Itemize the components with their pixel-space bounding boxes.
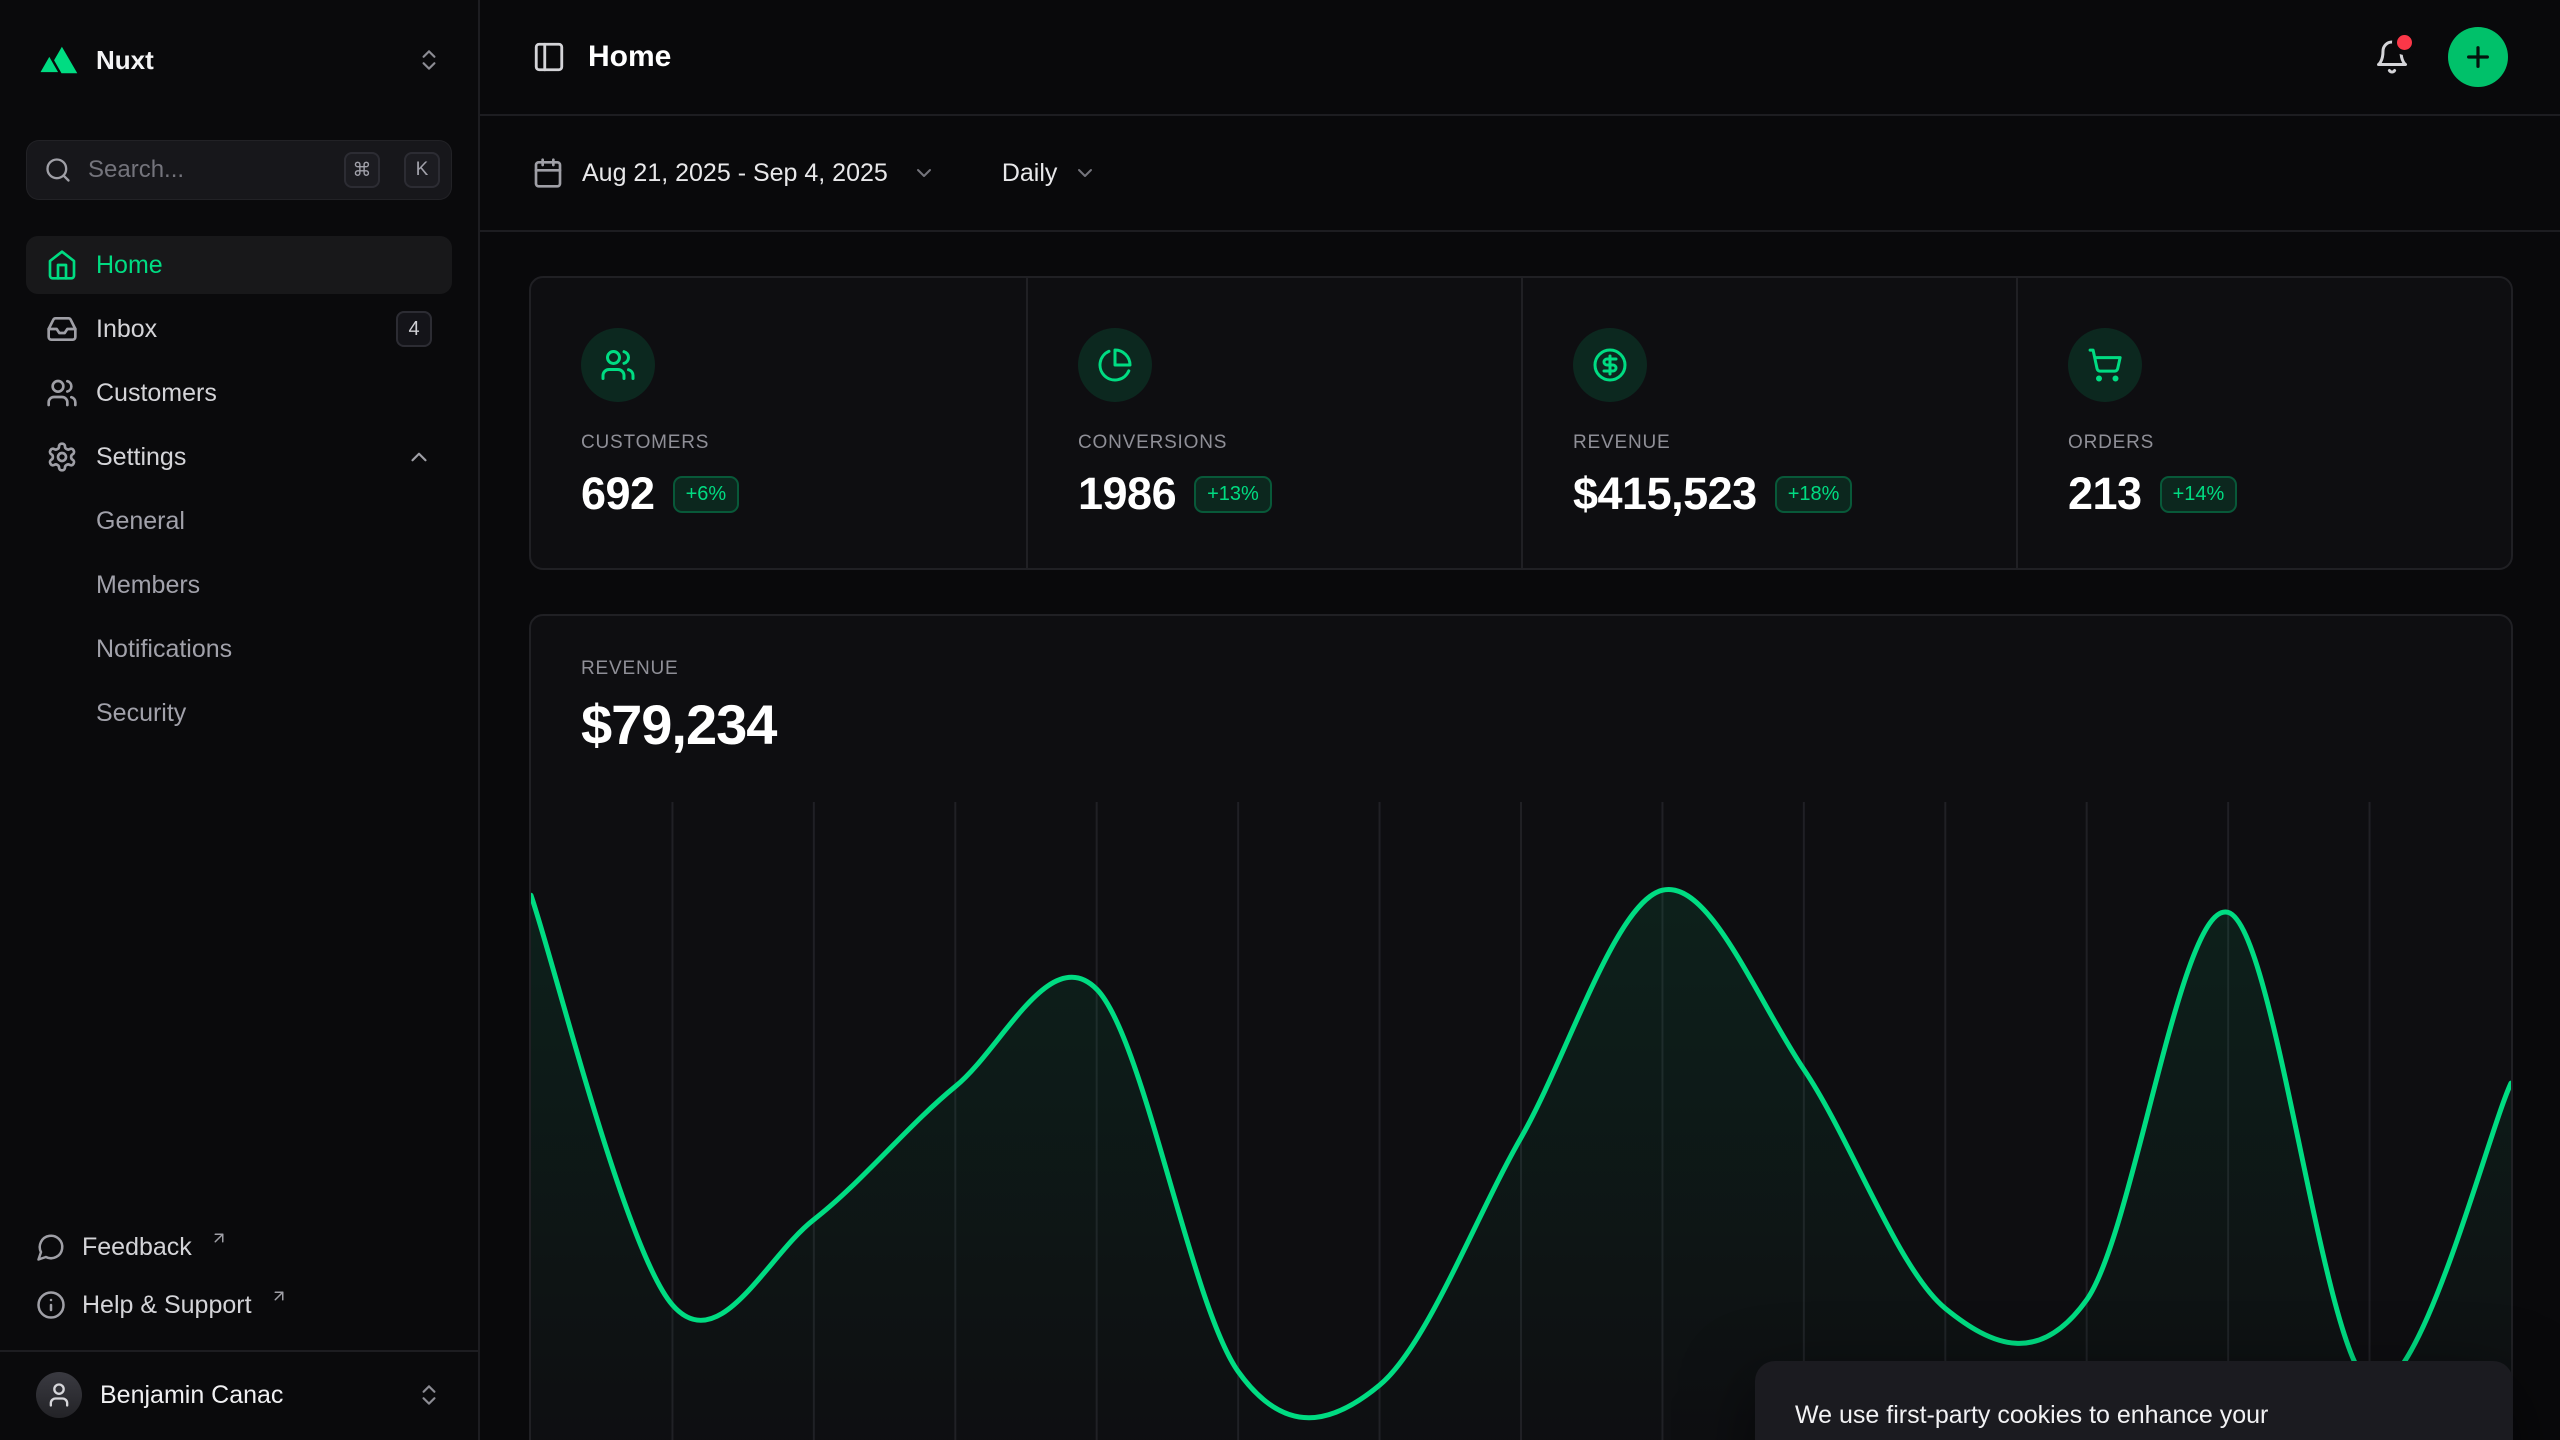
dashboard-content: CUSTOMERS 692 +6% CONVERSIONS 1986 +13% — [480, 232, 2560, 1440]
message-circle-icon — [36, 1232, 66, 1262]
chevron-up-icon — [406, 444, 432, 470]
gear-icon — [46, 441, 78, 473]
sidebar-item-label: Inbox — [96, 315, 157, 344]
sidebar-item-label: Customers — [96, 379, 217, 408]
stat-card-revenue: REVENUE $415,523 +18% — [1521, 278, 2016, 568]
external-link-icon — [210, 1229, 228, 1247]
date-range-picker[interactable]: Aug 21, 2025 - Sep 4, 2025 — [532, 157, 936, 189]
stat-value: $415,523 — [1573, 468, 1757, 520]
cookie-banner: We use first-party cookies to enhance yo… — [1755, 1361, 2513, 1440]
stats-row: CUSTOMERS 692 +6% CONVERSIONS 1986 +13% — [529, 276, 2513, 570]
inbox-count-badge: 4 — [396, 311, 432, 347]
users-icon — [46, 377, 78, 409]
interval-select[interactable]: Daily — [1002, 159, 1098, 188]
stat-label: ORDERS — [2068, 432, 2461, 454]
main-area: Home Aug 21, 2025 - Sep 4, 2025 — [480, 0, 2560, 1440]
interval-label: Daily — [1002, 159, 1058, 188]
page-title: Home — [588, 40, 671, 74]
sidebar-spacer — [26, 742, 452, 1218]
add-button[interactable] — [2448, 27, 2508, 87]
delta-badge: +18% — [1775, 476, 1853, 513]
cookie-message: We use first-party cookies to enhance yo… — [1795, 1395, 2375, 1440]
feedback-link[interactable]: Feedback — [26, 1218, 452, 1276]
sidebar-nav: Home Inbox 4 Customers Settings — [26, 236, 452, 742]
shopping-cart-icon — [2068, 328, 2142, 402]
pie-chart-icon — [1078, 328, 1152, 402]
help-support-link[interactable]: Help & Support — [26, 1276, 452, 1334]
footer-link-label: Help & Support — [82, 1291, 252, 1320]
revenue-card-value: $79,234 — [581, 692, 2461, 757]
chevrons-up-down-icon — [416, 1382, 442, 1408]
date-range-label: Aug 21, 2025 - Sep 4, 2025 — [582, 159, 888, 188]
plus-icon — [2462, 41, 2494, 73]
stat-label: CONVERSIONS — [1078, 432, 1471, 454]
avatar — [36, 1372, 82, 1418]
delta-badge: +14% — [2160, 476, 2238, 513]
home-icon — [46, 249, 78, 281]
search-input[interactable] — [88, 156, 328, 184]
workspace-name: Nuxt — [96, 45, 398, 76]
sidebar-subitem-notifications[interactable]: Notifications — [26, 620, 452, 678]
sidebar-item-customers[interactable]: Customers — [26, 364, 452, 422]
chevron-down-icon — [1073, 161, 1097, 185]
kbd-k: K — [404, 152, 440, 188]
calendar-icon — [532, 157, 564, 189]
revenue-card-label: REVENUE — [581, 658, 2461, 680]
sidebar-item-label: Settings — [96, 443, 186, 472]
stat-card-conversions: CONVERSIONS 1986 +13% — [1026, 278, 1521, 568]
notification-dot — [2397, 35, 2412, 50]
footer-link-label: Feedback — [82, 1233, 192, 1262]
revenue-chart-card: REVENUE $79,234 — [529, 614, 2513, 1440]
external-link-icon — [270, 1287, 288, 1305]
chevron-down-icon — [912, 161, 936, 185]
stat-label: CUSTOMERS — [581, 432, 976, 454]
circle-dollar-icon — [1573, 328, 1647, 402]
sidebar-item-home[interactable]: Home — [26, 236, 452, 294]
search-input-wrapper[interactable]: ⌘ K — [26, 140, 452, 200]
delta-badge: +6% — [673, 476, 740, 513]
subitem-label: Notifications — [96, 635, 232, 664]
subitem-label: General — [96, 507, 185, 536]
stat-card-orders: ORDERS 213 +14% — [2016, 278, 2511, 568]
user-menu[interactable]: Benjamin Canac — [26, 1364, 452, 1426]
sidebar-item-inbox[interactable]: Inbox 4 — [26, 300, 452, 358]
stat-value: 213 — [2068, 468, 2142, 520]
sidebar: Nuxt ⌘ K Home Inb — [0, 0, 480, 1440]
subitem-label: Members — [96, 571, 200, 600]
info-icon — [36, 1290, 66, 1320]
filters-toolbar: Aug 21, 2025 - Sep 4, 2025 Daily — [480, 116, 2560, 232]
chevrons-up-down-icon — [416, 47, 442, 73]
sidebar-subitem-general[interactable]: General — [26, 492, 452, 550]
users-icon — [581, 328, 655, 402]
stat-label: REVENUE — [1573, 432, 1966, 454]
app-root: Nuxt ⌘ K Home Inb — [0, 0, 2560, 1440]
stat-value: 1986 — [1078, 468, 1176, 520]
notifications-button[interactable] — [2374, 39, 2410, 75]
search-icon — [44, 156, 72, 184]
subitem-label: Security — [96, 699, 186, 728]
user-name: Benjamin Canac — [100, 1381, 398, 1410]
nuxt-logo-icon — [36, 45, 78, 75]
sidebar-item-label: Home — [96, 251, 163, 280]
sidebar-subitem-members[interactable]: Members — [26, 556, 452, 614]
stat-value: 692 — [581, 468, 655, 520]
delta-badge: +13% — [1194, 476, 1272, 513]
kbd-cmd: ⌘ — [344, 152, 380, 188]
revenue-line-chart — [531, 802, 2511, 1440]
workspace-switcher[interactable]: Nuxt — [26, 0, 452, 120]
sidebar-item-settings[interactable]: Settings — [26, 428, 452, 486]
inbox-icon — [46, 313, 78, 345]
user-section: Benjamin Canac — [0, 1350, 478, 1440]
page-header: Home — [480, 0, 2560, 116]
sidebar-subitem-security[interactable]: Security — [26, 684, 452, 742]
header-actions — [2374, 27, 2508, 87]
panel-left-icon[interactable] — [532, 40, 566, 74]
stat-card-customers: CUSTOMERS 692 +6% — [531, 278, 1026, 568]
